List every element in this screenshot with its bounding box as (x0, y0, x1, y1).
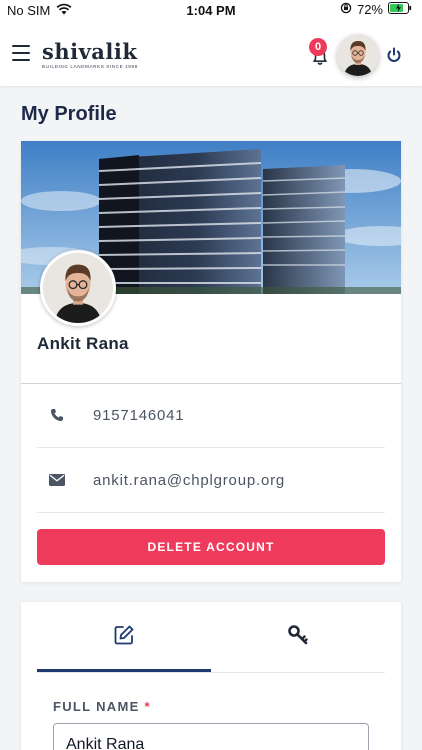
battery-percent: 72% (356, 2, 383, 17)
full-name-label-text: FULL NAME (53, 699, 140, 714)
key-icon (287, 624, 309, 651)
divider (37, 447, 385, 448)
phone-icon (21, 408, 93, 422)
page-title: My Profile (21, 103, 117, 125)
tab-divider (37, 672, 385, 673)
edit-icon (113, 624, 135, 651)
profile-name: Ankit Rana (37, 334, 129, 353)
notification-badge: 0 (309, 38, 327, 56)
logo-wordmark: shivalik (42, 39, 138, 64)
profile-card: Ankit Rana 9157146041 ankit.rana@chplgro… (21, 141, 401, 582)
full-name-input[interactable]: Ankit Rana (53, 723, 369, 750)
tab-change-password[interactable] (211, 602, 385, 672)
battery-icon (388, 2, 412, 17)
delete-account-button[interactable]: DELETE ACCOUNT (37, 529, 385, 565)
phone-row: 9157146041 (21, 395, 401, 435)
orientation-lock-icon (340, 2, 352, 17)
divider (37, 512, 385, 513)
divider (21, 383, 401, 384)
power-icon[interactable] (385, 46, 403, 69)
email-row: ankit.rana@chplgroup.org (21, 460, 401, 500)
status-right: 72% (340, 2, 412, 17)
full-name-label: FULL NAME * (53, 699, 151, 714)
logo-tagline: BUILDING LANDMARKS SINCE 1998 (42, 64, 138, 69)
brand-logo[interactable]: shivalik BUILDING LANDMARKS SINCE 1998 (42, 41, 138, 69)
profile-form-card: FULL NAME * Ankit Rana (21, 602, 401, 750)
required-mark: * (144, 699, 151, 714)
profile-avatar (40, 250, 116, 326)
phone-number: 9157146041 (93, 406, 185, 424)
email-address: ankit.rana@chplgroup.org (93, 471, 286, 489)
status-bar: No SIM 1:04 PM 72% (0, 0, 422, 22)
top-app-bar: shivalik BUILDING LANDMARKS SINCE 1998 0 (0, 22, 422, 86)
active-tab-indicator (37, 669, 211, 672)
menu-icon[interactable] (12, 45, 30, 61)
mail-icon (21, 474, 93, 486)
user-avatar[interactable] (337, 34, 379, 76)
tab-edit-profile[interactable] (37, 602, 211, 672)
